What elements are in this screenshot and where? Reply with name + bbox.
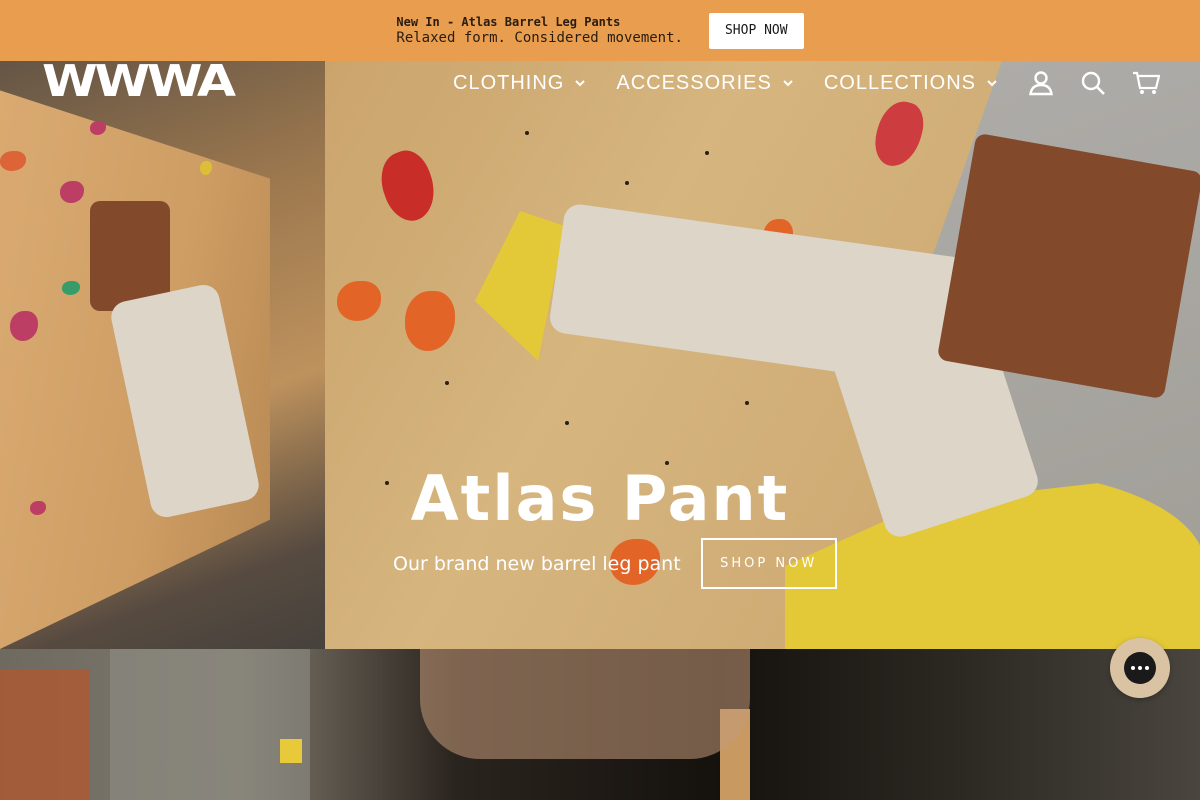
hero-shop-now-button[interactable]: SHOP NOW (700, 538, 837, 589)
search-icon[interactable] (1080, 70, 1106, 96)
nav-accessories[interactable]: ACCESSORIES (616, 72, 793, 95)
lower-section-image (0, 649, 1200, 800)
brand-logo[interactable]: WWWA (42, 60, 244, 104)
machine-shape (110, 649, 310, 800)
warning-sign (280, 739, 302, 763)
person-arms (420, 649, 750, 759)
announcement-text: New In - Atlas Barrel Leg Pants Relaxed … (396, 15, 683, 47)
machine-shape (0, 669, 90, 800)
account-icon[interactable] (1028, 70, 1054, 96)
announcement-shop-now-button[interactable]: SHOP NOW (708, 12, 804, 49)
announcement-title: New In - Atlas Barrel Leg Pants (396, 14, 621, 29)
cart-icon[interactable] (1132, 70, 1160, 96)
nav-accessories-label: ACCESSORIES (616, 71, 772, 94)
chat-button[interactable] (1110, 638, 1170, 698)
nav-clothing-label: CLOTHING (453, 71, 565, 94)
chevron-down-icon (987, 80, 997, 87)
announcement-bar: New In - Atlas Barrel Leg Pants Relaxed … (0, 0, 1200, 61)
nav-collections-label: COLLECTIONS (823, 71, 976, 94)
announcement-subtitle: Relaxed form. Considered movement. (396, 29, 683, 46)
nav-clothing[interactable]: CLOTHING (453, 72, 586, 95)
chevron-down-icon (783, 80, 793, 87)
chevron-down-icon (575, 80, 586, 87)
chat-icon (1124, 652, 1156, 684)
hero-subtitle: Our brand new barrel leg pant (393, 552, 681, 575)
hero-title: Atlas Pant (410, 462, 790, 535)
nav-collections[interactable]: COLLECTIONS (824, 72, 998, 95)
hero-cta-row: Our brand new barrel leg pant SHOP NOW (393, 538, 837, 589)
main-nav: CLOTHING ACCESSORIES COLLECTIONS (453, 61, 1200, 105)
